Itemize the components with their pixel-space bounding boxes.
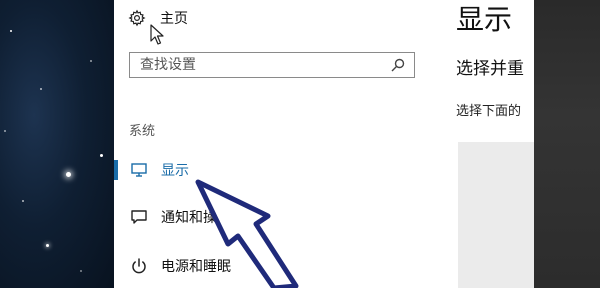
section-header-system: 系统: [129, 124, 156, 139]
star: [22, 200, 24, 202]
display-preview-area[interactable]: [458, 142, 534, 288]
content-panel: 显示 选择并重 选择下面的: [434, 0, 534, 288]
window-background: [534, 0, 600, 288]
star: [66, 172, 71, 177]
mouse-cursor-icon: [150, 24, 164, 45]
notification-icon: [131, 210, 147, 224]
annotation-arrow-icon: [195, 179, 299, 288]
search-box: [129, 52, 415, 78]
star: [10, 30, 12, 32]
star: [90, 60, 92, 62]
monitor-icon: [131, 163, 147, 177]
selection-indicator: [114, 160, 118, 180]
star: [80, 270, 82, 272]
star: [40, 88, 42, 90]
gear-icon: [128, 9, 146, 27]
search-input[interactable]: [130, 53, 390, 76]
star: [4, 130, 6, 132]
page-title: 显示: [456, 3, 513, 36]
star: [100, 154, 103, 157]
section-subtitle: 选择并重: [456, 59, 524, 79]
star: [46, 244, 49, 247]
power-icon: [132, 258, 146, 274]
home-label: 主页: [160, 11, 188, 27]
search-icon[interactable]: [390, 57, 406, 73]
section-description: 选择下面的: [456, 104, 522, 119]
desktop-background: [0, 0, 114, 288]
